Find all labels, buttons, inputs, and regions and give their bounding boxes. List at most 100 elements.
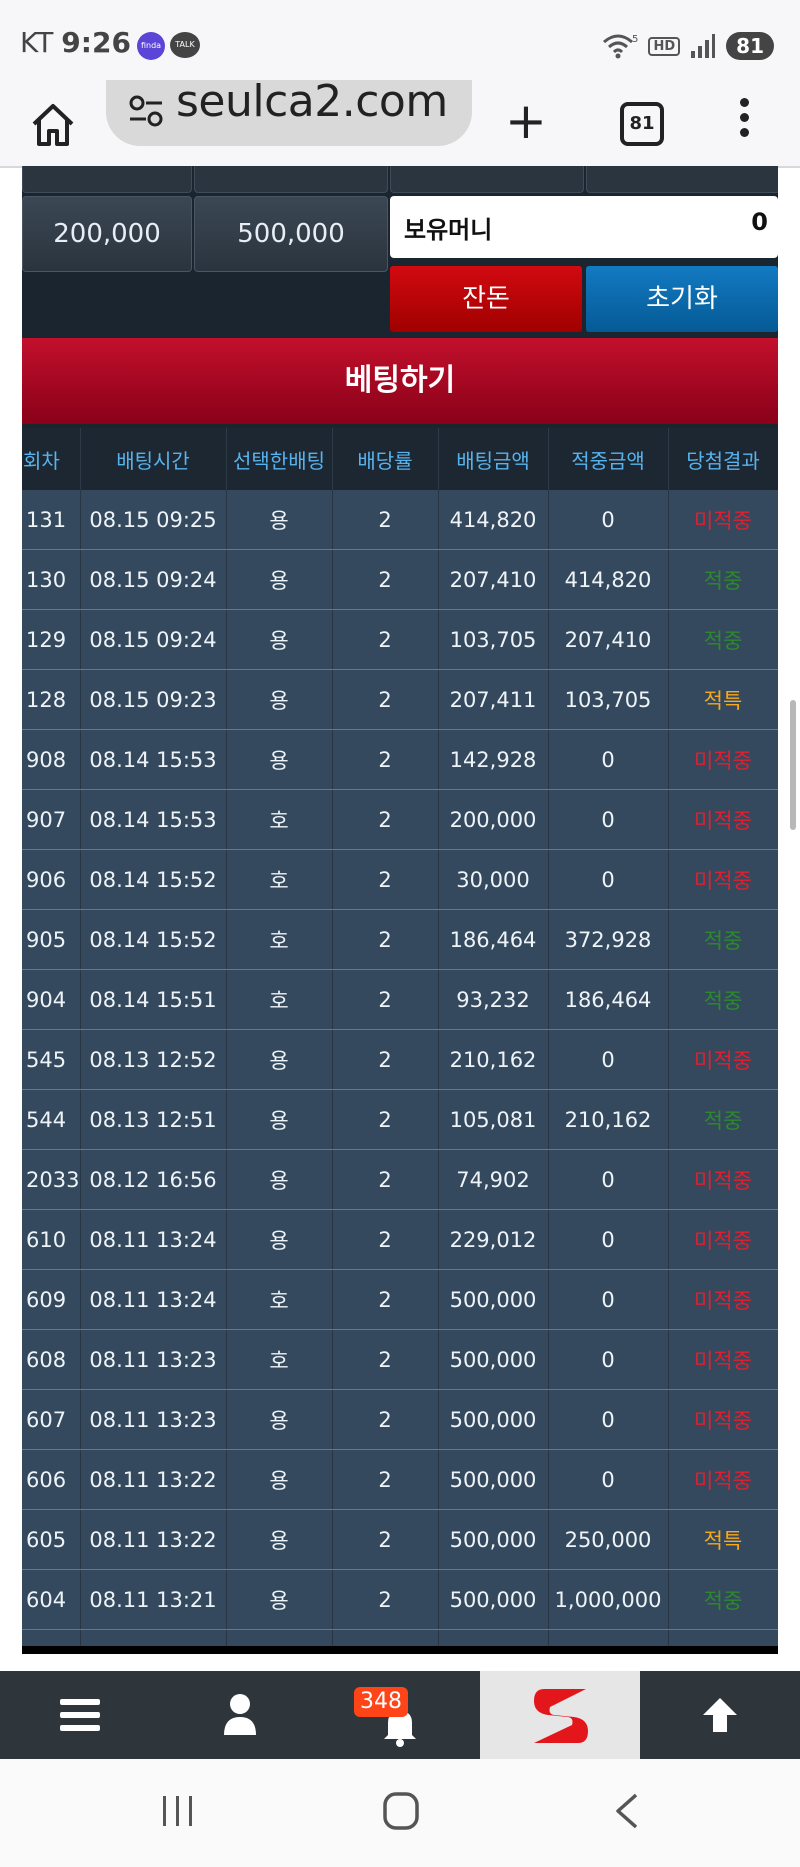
- cell-bet: 210,162: [438, 1029, 549, 1090]
- cell-pick: 용: [226, 609, 333, 670]
- android-nav-bar: [0, 1759, 800, 1867]
- balance-button[interactable]: 잔돈: [390, 266, 582, 332]
- cell-time: 08.11 13:23: [80, 1389, 227, 1450]
- cell-payout: 0: [548, 1329, 669, 1390]
- place-bet-button[interactable]: 베팅하기: [22, 338, 778, 424]
- table-row: 904 08.14 15:51 호 2 93,232 186,464 적중: [22, 969, 778, 1030]
- col-bet-amount: 배팅금액: [438, 428, 549, 490]
- cell-pick: 호: [226, 849, 333, 910]
- cell-bet: 500,000: [438, 1329, 549, 1390]
- more-menu-icon[interactable]: [738, 98, 752, 143]
- amount-button-partial[interactable]: [586, 166, 778, 193]
- money-box: 보유머니 0: [390, 196, 778, 258]
- battery-indicator: 81: [726, 32, 774, 60]
- cell-time: 08.14 15:52: [80, 849, 227, 910]
- site-logo-button[interactable]: [480, 1671, 640, 1759]
- site-settings-icon[interactable]: [128, 94, 164, 128]
- cell-result: 미적중: [668, 789, 778, 850]
- amount-button-partial[interactable]: [22, 166, 192, 193]
- table-row: 130 08.15 09:24 용 2 207,410 414,820 적중: [22, 549, 778, 610]
- cell-pick: 호: [226, 969, 333, 1030]
- cell-odds: 2: [332, 1269, 439, 1330]
- cell-pick: 호: [226, 1269, 333, 1330]
- cell-round: 907: [22, 789, 81, 850]
- cell-result: 적중: [668, 1569, 778, 1630]
- menu-icon[interactable]: [60, 1697, 100, 1733]
- back-nav-icon[interactable]: [612, 1791, 642, 1831]
- cell-result: 미적중: [668, 1149, 778, 1210]
- cell-time: 08.11 13:24: [80, 1209, 227, 1270]
- cell-pick: 용: [226, 1569, 333, 1630]
- cell-bet: 500,000: [438, 1569, 549, 1630]
- cell-pick: 용: [226, 1089, 333, 1150]
- cell-time: 08.14 15:53: [80, 729, 227, 790]
- cell-time: 08.11 13:23: [80, 1329, 227, 1390]
- cell-pick: 용: [226, 1209, 333, 1270]
- cell-odds: 2: [332, 1329, 439, 1390]
- cell-round: 604: [22, 1569, 81, 1630]
- new-tab-button[interactable]: +: [505, 96, 547, 146]
- table-row: 545 08.13 12:52 용 2 210,162 0 미적중: [22, 1029, 778, 1090]
- url-text: seulca2.com: [176, 76, 448, 127]
- cell-payout: 414,820: [548, 549, 669, 610]
- reset-button[interactable]: 초기화: [586, 266, 778, 332]
- money-label: 보유머니: [404, 216, 493, 244]
- cell-payout: 210,162: [548, 1089, 669, 1150]
- hd-badge: HD: [648, 36, 681, 56]
- cell-payout: 372,928: [548, 909, 669, 970]
- finda-app-icon: finda: [137, 32, 165, 60]
- cell-result: 미적중: [668, 490, 778, 550]
- amount-button-partial[interactable]: [194, 166, 388, 193]
- cell-odds: 2: [332, 1389, 439, 1450]
- cell-round: 608: [22, 1329, 81, 1390]
- cell-pick: 용: [226, 729, 333, 790]
- cell-payout: 207,410: [548, 609, 669, 670]
- cell-odds: 2: [332, 909, 439, 970]
- col-odds: 배당률: [332, 428, 439, 490]
- tab-switcher-button[interactable]: 81: [620, 102, 664, 146]
- scroll-to-top-icon[interactable]: [700, 1695, 740, 1735]
- amount-button-500000[interactable]: 500,000: [194, 196, 388, 272]
- home-icon[interactable]: [30, 102, 76, 148]
- table-header-row: 회차 배팅시간 선택한배팅 배당률 배팅금액 적중금액 당첨결과: [22, 428, 778, 490]
- address-bar[interactable]: seulca2.com: [106, 76, 472, 146]
- cell-round: 610: [22, 1209, 81, 1270]
- amount-button-partial[interactable]: [390, 166, 584, 193]
- amount-button-200000[interactable]: 200,000: [22, 196, 192, 272]
- recent-apps-icon[interactable]: [160, 1793, 196, 1829]
- cell-result: 미적중: [668, 1029, 778, 1090]
- cell-pick: 용: [226, 1389, 333, 1450]
- cell-bet: 74,902: [438, 1149, 549, 1210]
- home-nav-icon[interactable]: [382, 1791, 420, 1831]
- cell-payout: 0: [548, 1449, 669, 1510]
- user-icon[interactable]: [222, 1693, 258, 1735]
- cell-result: 적특: [668, 669, 778, 730]
- cell-bet: 500,000: [438, 1389, 549, 1450]
- cell-pick: 호: [226, 789, 333, 850]
- cell-pick: 용: [226, 1509, 333, 1570]
- page-scrollbar[interactable]: [790, 700, 796, 830]
- cell-round: 2033: [22, 1149, 81, 1210]
- cell-odds: 2: [332, 729, 439, 790]
- cell-bet: 500,000: [438, 1509, 549, 1570]
- cell-odds: 2: [332, 1209, 439, 1270]
- svg-text:5: 5: [632, 34, 638, 45]
- cell-payout: 103,705: [548, 669, 669, 730]
- cell-bet: 186,464: [438, 909, 549, 970]
- cell-round: 905: [22, 909, 81, 970]
- cell-result: 적중: [668, 969, 778, 1030]
- cell-result: 적중: [668, 1089, 778, 1150]
- cell-round: 128: [22, 669, 81, 730]
- cell-pick: 용: [226, 1149, 333, 1210]
- cell-bet: 500,000: [438, 1269, 549, 1330]
- cell-bet: 500,000: [438, 1449, 549, 1510]
- cell-payout: 0: [548, 1029, 669, 1090]
- cell-round: 606: [22, 1449, 81, 1510]
- cell-time: 08.15 09:24: [80, 549, 227, 610]
- cell-pick: 용: [226, 1449, 333, 1510]
- cell-time: 08.11 13:22: [80, 1509, 227, 1570]
- signal-icon: [691, 34, 716, 58]
- cell-time: 08.11 13:21: [80, 1569, 227, 1630]
- cell-pick: 호: [226, 909, 333, 970]
- table-row: 129 08.15 09:24 용 2 103,705 207,410 적중: [22, 609, 778, 670]
